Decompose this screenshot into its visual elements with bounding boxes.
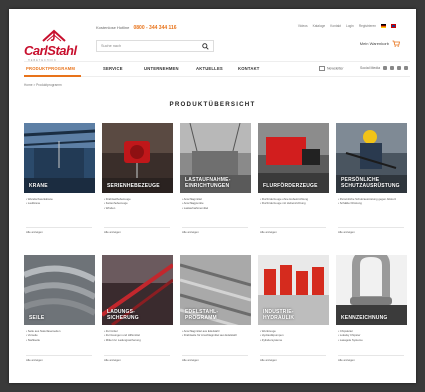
- page-title: PRODUKTÜBERSICHT: [169, 101, 256, 108]
- show-all-link[interactable]: Alle anzeigen: [26, 227, 92, 234]
- card-title-psa: PERSÖNLICHE SCHUTZAUSRÜSTUNG: [341, 177, 400, 189]
- search-placeholder: Suche nach: [101, 44, 122, 48]
- cart-icon: [392, 40, 400, 47]
- facebook-icon[interactable]: [390, 66, 395, 71]
- flag-de-icon[interactable]: [381, 24, 386, 28]
- basket-button[interactable]: Mein Warenkorb: [360, 40, 400, 47]
- industriehydraulik-image[interactable]: INDUSTRIE- HYDRAULIK: [258, 255, 329, 325]
- logo-text: CarlStahl: [24, 43, 77, 58]
- nav-service[interactable]: SERVICE: [103, 66, 123, 71]
- top-links: Videos Kataloge Kontakt Login Registrier…: [298, 24, 396, 28]
- card-title-krane: KRANE: [29, 182, 48, 189]
- social-media-label: Social Media: [360, 66, 381, 70]
- show-all-link[interactable]: Alle anzeigen: [260, 227, 326, 234]
- basket-label: Mein Warenkorb: [359, 41, 389, 46]
- toplink-kontakt[interactable]: Kontakt: [330, 24, 341, 28]
- toplink-registrieren[interactable]: Registrieren: [359, 24, 376, 28]
- nav-unternehmen[interactable]: UNTERNEHMEN: [144, 66, 179, 71]
- flurfoerderzeuge-image[interactable]: FLURFÖRDERZEUGE: [258, 123, 329, 193]
- flag-uk-icon[interactable]: [391, 24, 396, 28]
- hotline-number[interactable]: 0800 - 344 344 116: [133, 25, 176, 31]
- card-title-serienhebezeuge: SERIENHEBEZEUGE: [107, 182, 160, 189]
- show-all-link[interactable]: Alle anzeigen: [182, 227, 248, 234]
- nav-produktprogramm[interactable]: PRODUKTPROGRAMM: [26, 66, 75, 71]
- card-bullet[interactable]: • Zylindersysteme: [260, 338, 328, 342]
- card-bullet[interactable]: • Drahtseile für Anschlagmittel aus Edel…: [182, 333, 250, 337]
- nav-aktuelles[interactable]: AKTUELLES: [196, 66, 223, 71]
- xing-icon[interactable]: [383, 66, 388, 71]
- card-bullet[interactable]: • Stahlseile: [26, 338, 94, 342]
- active-nav-indicator: [24, 75, 81, 77]
- social-media: Social Media: [360, 66, 408, 71]
- hotline: Kostenlose Hotline 0800 - 344 344 116: [96, 25, 177, 31]
- show-all-link[interactable]: Alle anzeigen: [104, 355, 170, 362]
- psa-image[interactable]: PERSÖNLICHE SCHUTZAUSRÜSTUNG: [336, 123, 407, 193]
- product-overview-page: CarlStahl HEBETECHNIK Kostenlose Hotline…: [9, 9, 416, 383]
- card-title-edelstahl: EDELSTAHL- PROGRAMM: [185, 309, 219, 321]
- lastaufnahme-image[interactable]: LASTAUFNAHME- EINRICHTUNGEN: [180, 123, 251, 193]
- card-bullet[interactable]: • Laufkrane: [26, 201, 94, 205]
- card-bullet[interactable]: • Winden: [104, 206, 172, 210]
- card-bullet[interactable]: • Mittel zur Ladungssicherung: [104, 338, 172, 342]
- kennzeichnung-image[interactable]: KENNZEICHNUNG: [336, 255, 407, 325]
- breadcrumb: Home > Produktprogramm: [24, 83, 62, 87]
- breadcrumb-home[interactable]: Home: [24, 83, 33, 87]
- newsletter-label: Newsletter: [327, 66, 344, 71]
- ladungssicherung-image[interactable]: LADUNGS- SICHERUNG: [102, 255, 173, 325]
- card-title-industriehydraulik: INDUSTRIE- HYDRAULIK: [263, 309, 295, 321]
- toplink-login[interactable]: Login: [346, 24, 354, 28]
- show-all-link[interactable]: Alle anzeigen: [26, 355, 92, 362]
- serienhebezeuge-image[interactable]: SERIENHEBEZEUGE: [102, 123, 173, 193]
- hook-icon: [42, 29, 66, 42]
- search-icon[interactable]: [202, 43, 209, 50]
- card-bullet[interactable]: • Schäkler Rüstung: [338, 201, 406, 205]
- breadcrumb-separator: >: [33, 83, 36, 87]
- carl-stahl-logo[interactable]: CarlStahl HEBETECHNIK: [24, 29, 84, 65]
- breadcrumb-current: Produktprogramm: [36, 83, 62, 87]
- linkedin-icon[interactable]: [403, 66, 408, 71]
- card-title-seile: SEILE: [29, 314, 45, 321]
- toplink-videos[interactable]: Videos: [298, 24, 308, 28]
- show-all-link[interactable]: Alle anzeigen: [260, 355, 326, 362]
- hotline-label: Kostenlose Hotline: [96, 25, 130, 30]
- newsletter-link[interactable]: Newsletter: [319, 66, 344, 71]
- show-all-link[interactable]: Alle anzeigen: [104, 227, 170, 234]
- show-all-link[interactable]: Alle anzeigen: [338, 227, 404, 234]
- card-title-ladungssicherung: LADUNGS- SICHERUNG: [107, 309, 139, 321]
- card-bullet[interactable]: • Lasagole Systeme: [338, 338, 406, 342]
- search-input[interactable]: Suche nach: [96, 40, 214, 52]
- card-bullet[interactable]: • Lastaufnahmemittel: [182, 206, 250, 210]
- card-bullet[interactable]: • Flurförderzeuge mit Hubeinrichtung: [260, 201, 328, 205]
- nav-kontakt[interactable]: KONTAKT: [238, 66, 260, 71]
- show-all-link[interactable]: Alle anzeigen: [182, 355, 248, 362]
- card-title-flurfoerderzeuge: FLURFÖRDERZEUGE: [263, 182, 318, 189]
- edelstahl-image[interactable]: EDELSTAHL- PROGRAMM: [180, 255, 251, 325]
- youtube-icon[interactable]: [397, 66, 401, 71]
- krane-image[interactable]: KRANE: [24, 123, 95, 193]
- main-navigation: PRODUKTPROGRAMM SERVICE UNTERNEHMEN AKTU…: [24, 61, 410, 77]
- card-title-lastaufnahme: LASTAUFNAHME- EINRICHTUNGEN: [185, 177, 231, 189]
- mail-icon: [319, 66, 325, 71]
- seile-image[interactable]: SEILE: [24, 255, 95, 325]
- toplink-kataloge[interactable]: Kataloge: [313, 24, 326, 28]
- show-all-link[interactable]: Alle anzeigen: [338, 355, 404, 362]
- card-title-kennzeichnung: KENNZEICHNUNG: [341, 314, 388, 321]
